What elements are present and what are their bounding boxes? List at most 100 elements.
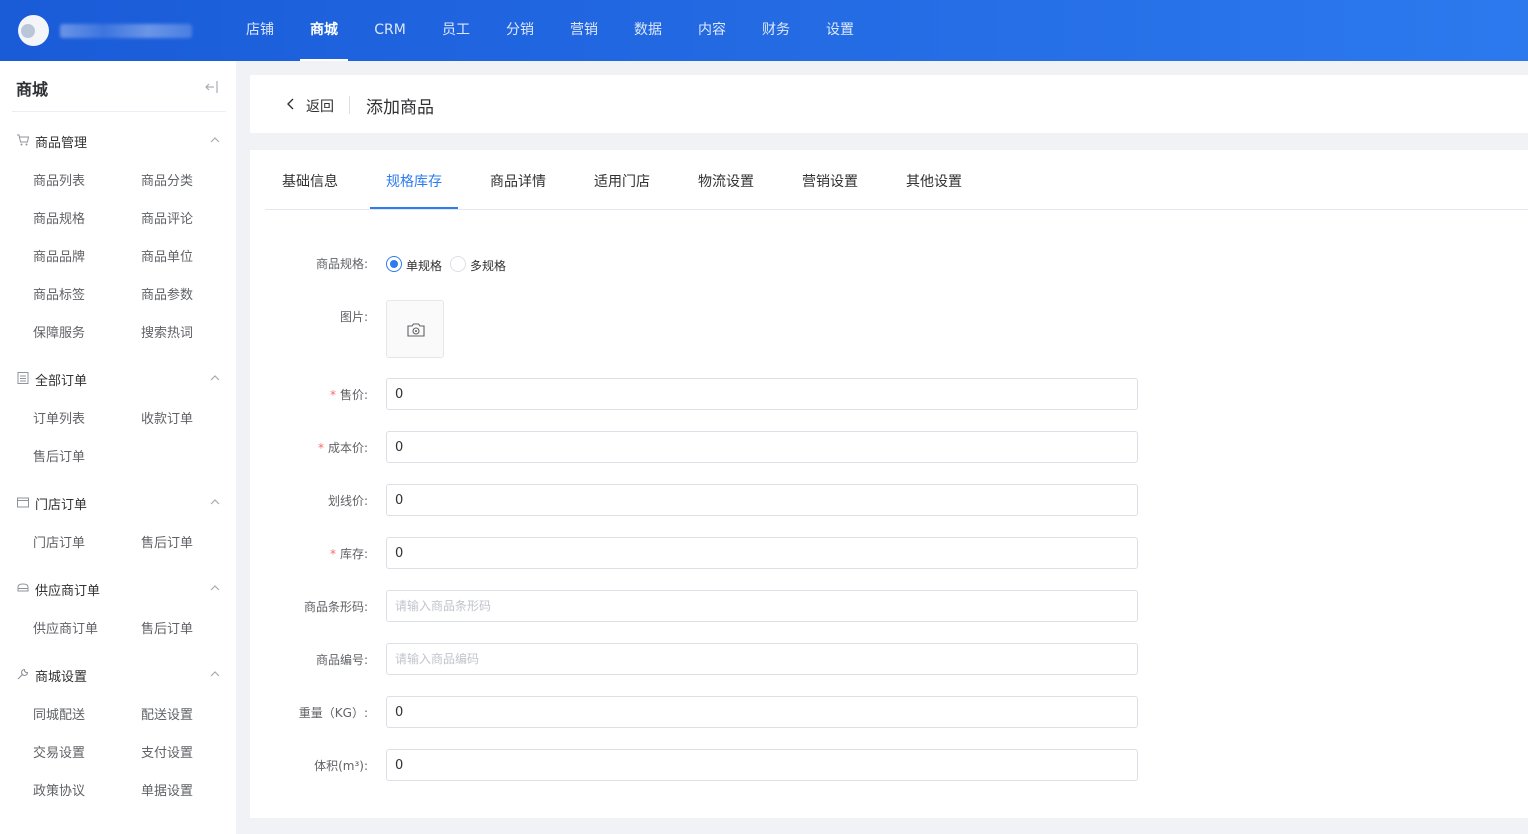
tab-spec-stock[interactable]: 规格库存	[386, 171, 442, 191]
sidebar-link-trade-settings[interactable]: 交易设置	[33, 742, 85, 761]
product-code-label: 商品编号:	[315, 653, 368, 667]
sidebar: 商城 商品管理 商品列表 商品分类 商品规格 商品评论 商品品牌 商品单位 商品…	[0, 61, 236, 834]
list-icon	[17, 372, 29, 384]
weight-label: 重量（KG）:	[298, 706, 368, 720]
sidebar-title: 商城	[16, 80, 49, 99]
radio-label: 单规格	[406, 259, 443, 273]
chevron-up-icon[interactable]	[210, 583, 220, 593]
cost-label-text: 成本价:	[327, 441, 368, 455]
strike-price-input[interactable]	[386, 484, 1138, 516]
nav-item-mall[interactable]: 商城	[300, 0, 348, 61]
sidebar-link-delivery-settings[interactable]: 配送设置	[141, 704, 193, 723]
group-label: 全部订单	[35, 374, 88, 389]
sidebar-link-product-category[interactable]: 商品分类	[141, 170, 193, 189]
sidebar-link-supplier-aftersale[interactable]: 售后订单	[141, 618, 193, 637]
camera-icon	[407, 323, 425, 337]
group-label: 商品管理	[35, 136, 88, 151]
tab-product-detail[interactable]: 商品详情	[490, 171, 546, 191]
price-input[interactable]	[386, 378, 1138, 410]
sidebar-link-product-list[interactable]: 商品列表	[33, 170, 85, 189]
stock-label-text: 库存:	[339, 547, 368, 561]
sidebar-link-policy[interactable]: 政策协议	[33, 780, 85, 799]
sidebar-link-product-tag[interactable]: 商品标签	[33, 284, 85, 303]
nav-item-crm[interactable]: CRM	[372, 0, 408, 61]
image-upload[interactable]	[386, 300, 444, 358]
nav-item-store[interactable]: 店铺	[244, 0, 276, 61]
cart-icon	[17, 134, 30, 146]
radio-label: 多规格	[470, 259, 507, 273]
sidebar-link-hot-search[interactable]: 搜索热词	[141, 322, 193, 341]
page-title: 添加商品	[366, 98, 434, 118]
active-tab-indicator	[370, 207, 458, 209]
product-code-input[interactable]	[386, 643, 1138, 675]
sidebar-group-all-orders[interactable]: 全部订单	[16, 368, 220, 389]
sidebar-link-payment-orders[interactable]: 收款订单	[141, 408, 193, 427]
tabs-divider	[265, 209, 1528, 210]
barcode-label: 商品条形码:	[303, 600, 368, 614]
sidebar-link-product-unit[interactable]: 商品单位	[141, 246, 193, 265]
sidebar-link-payment-settings[interactable]: 支付设置	[141, 742, 193, 761]
tab-marketing[interactable]: 营销设置	[802, 171, 858, 191]
volume-input[interactable]	[386, 749, 1138, 781]
app-logo[interactable]	[18, 15, 49, 46]
sidebar-divider	[12, 111, 226, 112]
sidebar-link-product-spec[interactable]: 商品规格	[33, 208, 85, 227]
sidebar-link-product-param[interactable]: 商品参数	[141, 284, 193, 303]
nav-item-finance[interactable]: 财务	[760, 0, 792, 61]
tab-other-settings[interactable]: 其他设置	[906, 171, 962, 191]
store-icon	[17, 497, 29, 508]
top-navbar: 店铺 商城 CRM 员工 分销 营销 数据 内容 财务 设置	[0, 0, 1528, 61]
sidebar-link-supplier-orders[interactable]: 供应商订单	[33, 618, 98, 637]
tab-basic-info[interactable]: 基础信息	[282, 171, 338, 191]
barcode-input[interactable]	[386, 590, 1138, 622]
strike-price-label: 划线价:	[327, 494, 368, 508]
collapse-sidebar-icon[interactable]	[203, 79, 219, 95]
sidebar-link-store-orders[interactable]: 门店订单	[33, 532, 85, 551]
group-label: 商城设置	[35, 670, 88, 685]
stock-input[interactable]	[386, 537, 1138, 569]
radio-dot	[450, 256, 466, 272]
sidebar-link-guarantee-service[interactable]: 保障服务	[33, 322, 85, 341]
required-mark: *	[329, 547, 336, 561]
brand-name-blurred	[60, 24, 192, 38]
cost-label: * 成本价:	[250, 439, 368, 456]
chevron-up-icon[interactable]	[210, 497, 220, 507]
sidebar-group-product-management[interactable]: 商品管理	[16, 130, 220, 151]
sidebar-link-product-brand[interactable]: 商品品牌	[33, 246, 85, 265]
sidebar-link-product-review[interactable]: 商品评论	[141, 208, 193, 227]
nav-item-distribution[interactable]: 分销	[504, 0, 536, 61]
group-label: 门店订单	[35, 498, 88, 513]
cost-input[interactable]	[386, 431, 1138, 463]
product-form-card: 基础信息 规格库存 商品详情 适用门店 物流设置 营销设置 其他设置 商品规格:…	[250, 150, 1528, 818]
nav-item-settings[interactable]: 设置	[824, 0, 856, 61]
chevron-up-icon[interactable]	[210, 669, 220, 679]
tab-applicable-stores[interactable]: 适用门店	[594, 171, 650, 191]
price-label: * 售价:	[250, 386, 368, 403]
back-label: 返回	[306, 99, 334, 115]
nav-item-staff[interactable]: 员工	[440, 0, 472, 61]
nav-item-marketing[interactable]: 营销	[568, 0, 600, 61]
price-label-text: 售价:	[339, 388, 368, 402]
stock-label: * 库存:	[250, 545, 368, 562]
page-header: 返回 添加商品	[250, 75, 1528, 133]
sidebar-link-order-list[interactable]: 订单列表	[33, 408, 85, 427]
sidebar-link-aftersale-orders[interactable]: 售后订单	[33, 446, 85, 465]
sidebar-group-supplier-orders[interactable]: 供应商订单	[16, 578, 220, 599]
nav-item-data[interactable]: 数据	[632, 0, 664, 61]
nav-item-content[interactable]: 内容	[696, 0, 728, 61]
tab-logistics[interactable]: 物流设置	[698, 171, 754, 191]
sidebar-link-document-settings[interactable]: 单据设置	[141, 780, 193, 799]
sidebar-group-mall-settings[interactable]: 商城设置	[16, 664, 220, 685]
radio-dot	[386, 256, 402, 272]
volume-label: 体积(m³):	[314, 759, 368, 773]
chevron-up-icon[interactable]	[210, 135, 220, 145]
sidebar-group-store-orders[interactable]: 门店订单	[16, 492, 220, 513]
sidebar-link-local-delivery[interactable]: 同城配送	[33, 704, 85, 723]
weight-input[interactable]	[386, 696, 1138, 728]
sidebar-link-store-aftersale[interactable]: 售后订单	[141, 532, 193, 551]
header-divider	[349, 96, 350, 114]
wrench-icon	[17, 668, 29, 680]
spec-label: 商品规格:	[315, 257, 368, 271]
chevron-up-icon[interactable]	[210, 373, 220, 383]
chevron-left-icon	[287, 98, 294, 110]
